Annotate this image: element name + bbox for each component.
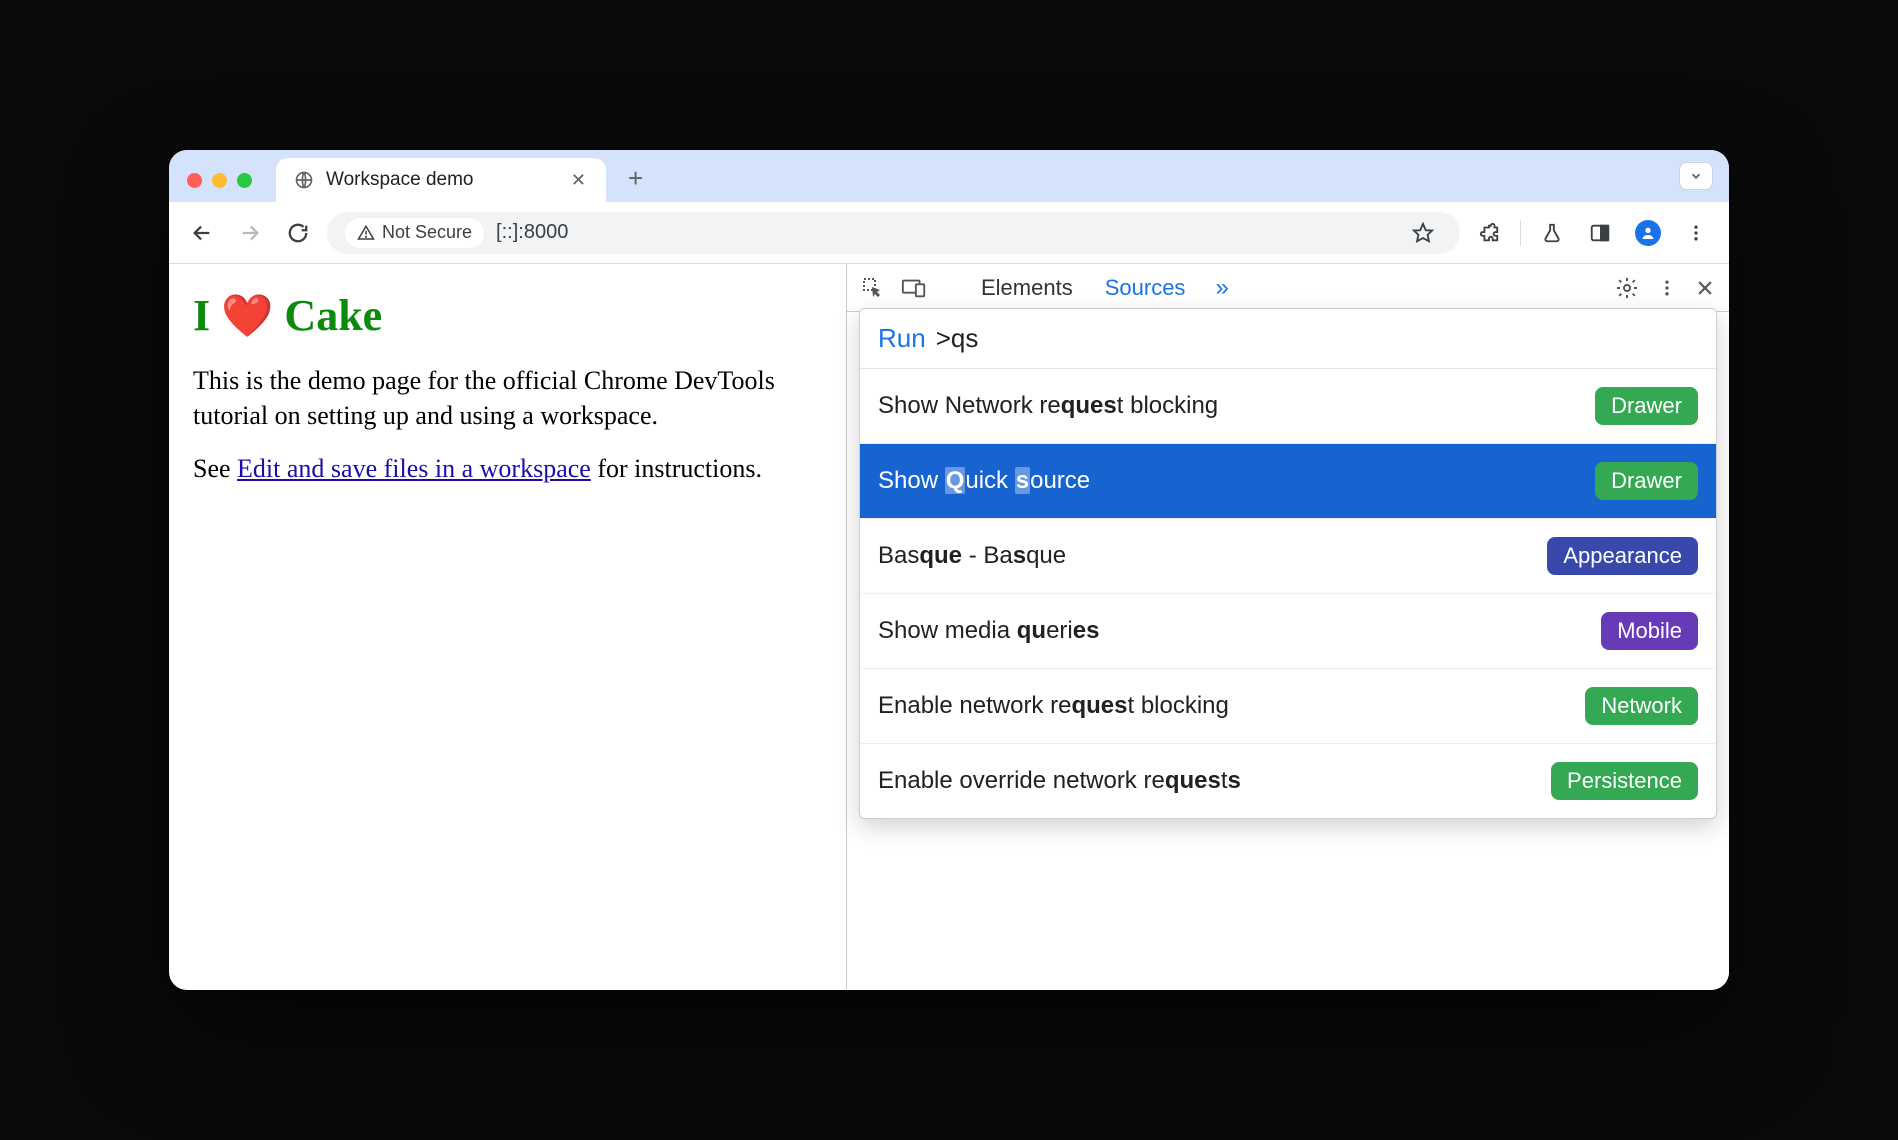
new-tab-button[interactable]: + bbox=[606, 163, 657, 202]
command-menu: Run >qs Show Network request blocking Dra… bbox=[859, 308, 1717, 819]
command-category-tag: Network bbox=[1585, 687, 1698, 725]
reload-button[interactable] bbox=[279, 222, 317, 244]
forward-button[interactable] bbox=[231, 222, 269, 244]
security-label: Not Secure bbox=[382, 222, 472, 243]
devices-icon bbox=[901, 276, 927, 300]
kebab-icon bbox=[1657, 278, 1677, 298]
security-status[interactable]: Not Secure bbox=[345, 218, 484, 248]
command-label: Enable override network requests bbox=[878, 767, 1241, 795]
close-window-button[interactable] bbox=[187, 173, 202, 188]
browser-tab[interactable]: Workspace demo ✕ bbox=[276, 158, 606, 202]
run-label: Run bbox=[878, 323, 926, 354]
avatar-icon bbox=[1635, 220, 1661, 246]
browser-menu-button[interactable] bbox=[1677, 223, 1715, 243]
url-text: [::]:8000 bbox=[496, 221, 568, 244]
command-category-tag: Drawer bbox=[1595, 462, 1698, 500]
chevron-down-icon bbox=[1689, 169, 1703, 183]
browser-toolbar: Not Secure [::]:8000 bbox=[169, 202, 1729, 264]
gear-icon bbox=[1615, 276, 1639, 300]
command-category-tag: Drawer bbox=[1595, 387, 1698, 425]
command-label: Show Quick source bbox=[878, 467, 1090, 495]
heart-icon: ❤️ bbox=[221, 294, 273, 340]
command-label: Show media queries bbox=[878, 617, 1099, 645]
more-tabs-button[interactable]: » bbox=[1209, 274, 1234, 302]
rendered-page: I ❤️ Cake This is the demo page for the … bbox=[169, 264, 847, 990]
status-bar: 9 characters selected bbox=[1436, 960, 1713, 986]
page-paragraph-1: This is the demo page for the official C… bbox=[193, 363, 822, 433]
p2-prefix: See bbox=[193, 454, 237, 483]
devtools-settings-button[interactable] bbox=[1615, 276, 1639, 300]
reload-icon bbox=[287, 222, 309, 244]
warning-icon bbox=[357, 224, 375, 242]
puzzle-icon bbox=[1478, 222, 1500, 244]
page-heading: I ❤️ Cake bbox=[193, 290, 822, 341]
devtools-close-button[interactable] bbox=[1695, 278, 1715, 298]
close-tab-icon[interactable]: ✕ bbox=[569, 170, 588, 191]
command-item[interactable]: Show Network request blocking Drawer bbox=[860, 369, 1716, 443]
command-input-row[interactable]: Run >qs bbox=[860, 309, 1716, 369]
maximize-window-button[interactable] bbox=[237, 173, 252, 188]
brackets-icon bbox=[1436, 962, 1458, 984]
arrow-right-icon bbox=[239, 222, 261, 244]
page-paragraph-2: See Edit and save files in a workspace f… bbox=[193, 451, 822, 486]
command-item[interactable]: Enable override network requests Persiste… bbox=[860, 743, 1716, 818]
tab-sources[interactable]: Sources bbox=[1097, 275, 1194, 301]
command-item[interactable]: Enable network request blocking Network bbox=[860, 668, 1716, 743]
profile-button[interactable] bbox=[1629, 220, 1667, 246]
tab-strip: Workspace demo ✕ + bbox=[169, 150, 1729, 202]
h1-text: I bbox=[193, 291, 221, 340]
panel-icon bbox=[1589, 222, 1611, 244]
globe-icon bbox=[294, 170, 314, 190]
status-text: 9 characters selected bbox=[1470, 960, 1679, 986]
command-query: >qs bbox=[936, 323, 979, 354]
tab-title: Workspace demo bbox=[326, 169, 474, 191]
minimize-window-button[interactable] bbox=[212, 173, 227, 188]
separator bbox=[1520, 220, 1521, 246]
command-label: Basque - Basque bbox=[878, 542, 1066, 570]
command-category-tag: Appearance bbox=[1547, 537, 1698, 575]
command-label: Show Network request blocking bbox=[878, 392, 1218, 420]
extensions-button[interactable] bbox=[1470, 222, 1508, 244]
device-toolbar-button[interactable] bbox=[901, 276, 927, 300]
devtools-tabbar: Elements Sources » bbox=[847, 264, 1729, 312]
command-category-tag: Persistence bbox=[1551, 762, 1698, 800]
source-map-icon bbox=[1691, 962, 1713, 984]
star-icon bbox=[1412, 222, 1434, 244]
inspect-icon bbox=[861, 276, 885, 300]
tab-elements[interactable]: Elements bbox=[973, 275, 1081, 301]
inspect-element-button[interactable] bbox=[861, 276, 885, 300]
p2-suffix: for instructions. bbox=[591, 454, 762, 483]
tutorial-link[interactable]: Edit and save files in a workspace bbox=[237, 454, 591, 483]
labs-button[interactable] bbox=[1533, 222, 1571, 244]
content-area: I ❤️ Cake This is the demo page for the … bbox=[169, 264, 1729, 990]
command-label: Enable network request blocking bbox=[878, 692, 1229, 720]
arrow-left-icon bbox=[191, 222, 213, 244]
address-bar[interactable]: Not Secure [::]:8000 bbox=[327, 212, 1460, 254]
command-category-tag: Mobile bbox=[1601, 612, 1698, 650]
command-list: Show Network request blockingDrawerShow … bbox=[860, 369, 1716, 818]
h1-text-2: Cake bbox=[273, 291, 382, 340]
devtools-panel: Elements Sources » Run bbox=[847, 264, 1729, 990]
command-item[interactable]: Show Quick source Drawer bbox=[860, 443, 1716, 518]
browser-window: Workspace demo ✕ + Not Secure [::]:8000 bbox=[169, 150, 1729, 990]
close-icon bbox=[1695, 278, 1715, 298]
command-item[interactable]: Show media queries Mobile bbox=[860, 593, 1716, 668]
flask-icon bbox=[1541, 222, 1563, 244]
tab-search-button[interactable] bbox=[1679, 162, 1713, 190]
bookmark-button[interactable] bbox=[1404, 222, 1442, 244]
command-item[interactable]: Basque - Basque Appearance bbox=[860, 518, 1716, 593]
kebab-icon bbox=[1686, 223, 1706, 243]
devtools-menu-button[interactable] bbox=[1657, 278, 1677, 298]
window-controls bbox=[181, 173, 262, 202]
side-panel-button[interactable] bbox=[1581, 222, 1619, 244]
back-button[interactable] bbox=[183, 222, 221, 244]
